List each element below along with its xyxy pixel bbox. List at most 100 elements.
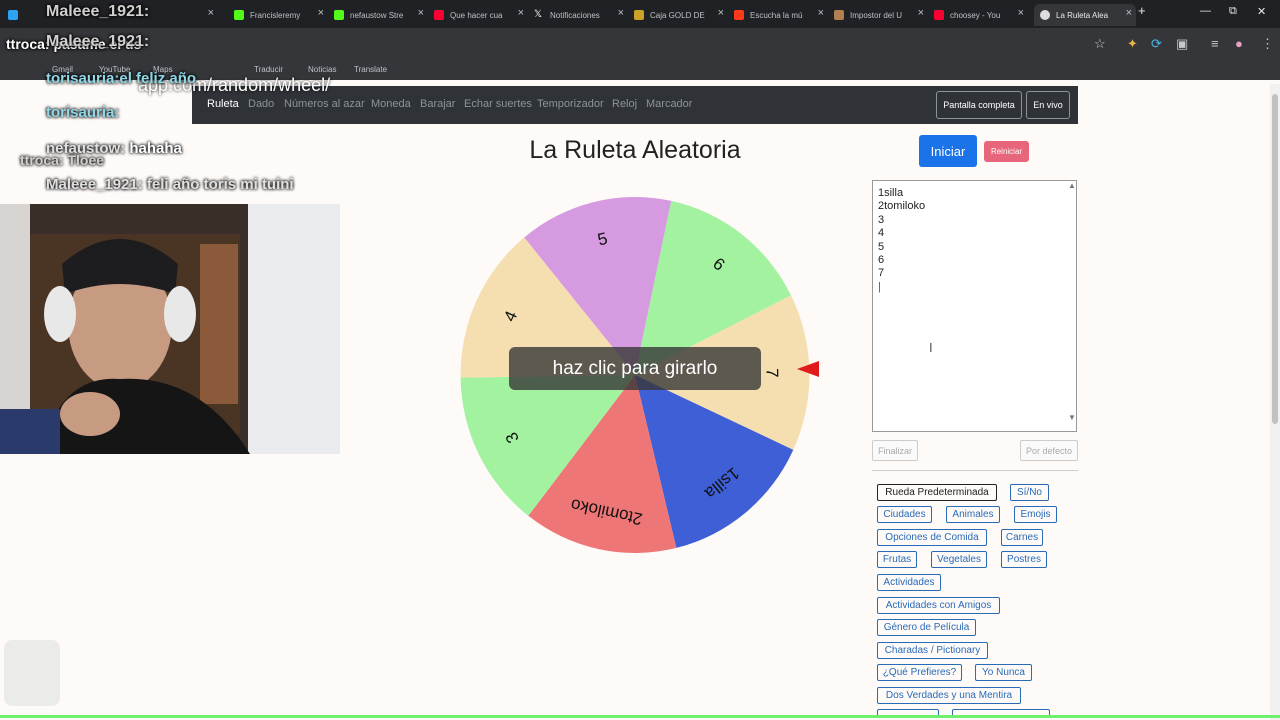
nav-echar-suertes[interactable]: Echar suertes <box>464 98 532 110</box>
entry-line: 4 <box>878 227 885 240</box>
default-button[interactable]: Por defecto <box>1020 440 1078 461</box>
nav-marcador[interactable]: Marcador <box>646 98 692 110</box>
preset-would-you-rather[interactable]: ¿Qué Prefieres? <box>877 664 962 681</box>
chat-username: Maleee_1921: <box>46 33 150 50</box>
menu-list-icon[interactable]: ≡ <box>1211 36 1219 51</box>
start-button[interactable]: Iniciar <box>919 135 977 167</box>
maximize-icon[interactable]: ⧉ <box>1229 5 1237 18</box>
close-tab-icon[interactable]: × <box>1126 7 1132 19</box>
close-tab-icon[interactable]: × <box>208 7 214 19</box>
page-scrollbar[interactable] <box>1270 84 1280 720</box>
preset-vegetables[interactable]: Vegetales <box>931 551 987 568</box>
ibeam-cursor-icon: I <box>929 340 933 355</box>
close-tab-icon[interactable]: × <box>618 7 624 19</box>
close-window-icon[interactable]: ✕ <box>1257 5 1266 18</box>
preset-meats[interactable]: Carnes <box>1001 529 1043 546</box>
preset-desserts[interactable]: Postres <box>1001 551 1047 568</box>
preset-yes-no[interactable]: Sí/No <box>1010 484 1049 501</box>
bookmark-noticias[interactable]: Noticias <box>308 65 336 74</box>
tab-label: choosey - You <box>950 10 1001 20</box>
streamer-logo-icon <box>4 640 60 706</box>
entry-line: 5 <box>878 240 885 253</box>
minimize-icon[interactable]: — <box>1200 5 1211 17</box>
nav-reloj[interactable]: Reloj <box>612 98 637 110</box>
kick-icon <box>234 10 244 20</box>
chat-username: ttroca: <box>6 36 50 52</box>
spin-prompt[interactable]: haz clic para girarlo <box>509 347 761 390</box>
bookmark-translate[interactable]: Translate <box>354 65 387 74</box>
preset-charades[interactable]: Charadas / Pictionary <box>877 642 988 659</box>
chat-message: Maleee_1921: feli año toris mi tuini <box>46 176 294 193</box>
chat-text: Tloee <box>67 152 105 168</box>
browser-tab[interactable]: Caja GOLD DE × <box>634 4 728 26</box>
preset-activities[interactable]: Actividades <box>877 574 941 591</box>
chat-text: feli año toris mi tuini <box>146 176 294 193</box>
bookmark-traducir[interactable]: Traducir <box>254 65 283 74</box>
scroll-down-icon[interactable]: ▼ <box>1068 413 1076 422</box>
browser-tab[interactable]: Francisleremy × <box>234 4 328 26</box>
browser-tab[interactable]: nefaustow Stre × <box>334 4 428 26</box>
nav-moneda[interactable]: Moneda <box>371 98 411 110</box>
preset-movie-genre[interactable]: Género de Película <box>877 619 976 636</box>
browser-tab-active[interactable]: La Ruleta Alea × <box>1034 4 1136 26</box>
preset-two-truths[interactable]: Dos Verdades y una Mentira <box>877 687 1021 704</box>
tab-label: Francisleremy <box>250 10 301 20</box>
tab-label: Escucha la mú <box>750 10 803 20</box>
extension-icon[interactable]: ⟳ <box>1151 36 1162 52</box>
close-tab-icon[interactable]: × <box>718 7 724 19</box>
preset-animals[interactable]: Animales <box>946 506 1000 523</box>
preset-emojis[interactable]: Emojis <box>1014 506 1057 523</box>
entry-line: 1silla <box>878 187 904 199</box>
entry-line: 3 <box>878 213 885 226</box>
close-tab-icon[interactable]: × <box>418 7 424 19</box>
preset-never-have-i[interactable]: Yo Nunca <box>975 664 1032 681</box>
star-icon[interactable]: ☆ <box>1094 36 1106 52</box>
scroll-up-icon[interactable]: ▲ <box>1068 181 1076 190</box>
live-button[interactable]: En vivo <box>1026 91 1070 119</box>
globe-icon <box>1040 10 1050 20</box>
browser-tab[interactable]: Que hacer cua × <box>434 4 528 26</box>
preset-fruits[interactable]: Frutas <box>877 551 917 568</box>
new-tab-button[interactable]: + <box>1138 3 1146 18</box>
preset-cities[interactable]: Ciudades <box>877 506 932 523</box>
address-bar: ☆ ✦ ⟳ ▣ ≡ ● ⋮ <box>0 28 1280 62</box>
entries-textarea[interactable]: 1silla 2tomiloko 3 4 5 6 7 | <box>872 180 1077 432</box>
close-tab-icon[interactable]: × <box>318 7 324 19</box>
nav-temporizador[interactable]: Temporizador <box>537 98 604 110</box>
chat-message: ttroca: Tloee <box>20 152 104 168</box>
youtube-icon <box>934 10 944 20</box>
tab-label: Impostor del U <box>850 10 903 20</box>
nav-ruleta[interactable]: Ruleta <box>207 98 239 110</box>
nav-dado[interactable]: Dado <box>248 98 274 110</box>
close-tab-icon[interactable]: × <box>518 7 524 19</box>
preset-default-wheel[interactable]: Rueda Predeterminada <box>877 484 997 501</box>
finish-button[interactable]: Finalizar <box>872 440 918 461</box>
reset-button[interactable]: Reiniciar <box>984 141 1029 162</box>
more-menu-icon[interactable]: ⋮ <box>1261 36 1274 52</box>
preset-friend-activities[interactable]: Actividades con Amigos <box>877 597 1000 614</box>
scrollbar-thumb[interactable] <box>1272 94 1278 424</box>
close-tab-icon[interactable]: × <box>918 7 924 19</box>
puzzle-icon[interactable]: ▣ <box>1176 36 1188 52</box>
webcam-image <box>0 204 340 454</box>
extension-icon[interactable]: ✦ <box>1127 36 1138 52</box>
browser-tab[interactable]: choosey - You × <box>934 4 1028 26</box>
avatar[interactable]: ● <box>1235 36 1243 51</box>
browser-tab[interactable]: Impostor del U × <box>834 4 928 26</box>
close-tab-icon[interactable]: × <box>1018 7 1024 19</box>
chat-username: torisauria: <box>46 70 120 87</box>
divider <box>0 715 1280 718</box>
preset-food[interactable]: Opciones de Comida <box>877 529 987 546</box>
kick-icon <box>334 10 344 20</box>
tab-label: La Ruleta Alea <box>1056 10 1109 20</box>
entry-line: 2tomiloko <box>878 200 926 213</box>
fullscreen-button[interactable]: Pantalla completa <box>936 91 1022 119</box>
close-tab-icon[interactable]: × <box>818 7 824 19</box>
nav-numeros[interactable]: Números al azar <box>284 98 365 110</box>
browser-tab[interactable]: Escucha la mú × <box>734 4 828 26</box>
site-icon <box>834 10 844 20</box>
browser-tab[interactable]: 𝕏 Notificaciones × <box>534 4 628 26</box>
text-cursor: | <box>878 280 881 293</box>
nav-barajar[interactable]: Barajar <box>420 98 455 110</box>
wheel-segment-label: 7 <box>762 368 781 378</box>
